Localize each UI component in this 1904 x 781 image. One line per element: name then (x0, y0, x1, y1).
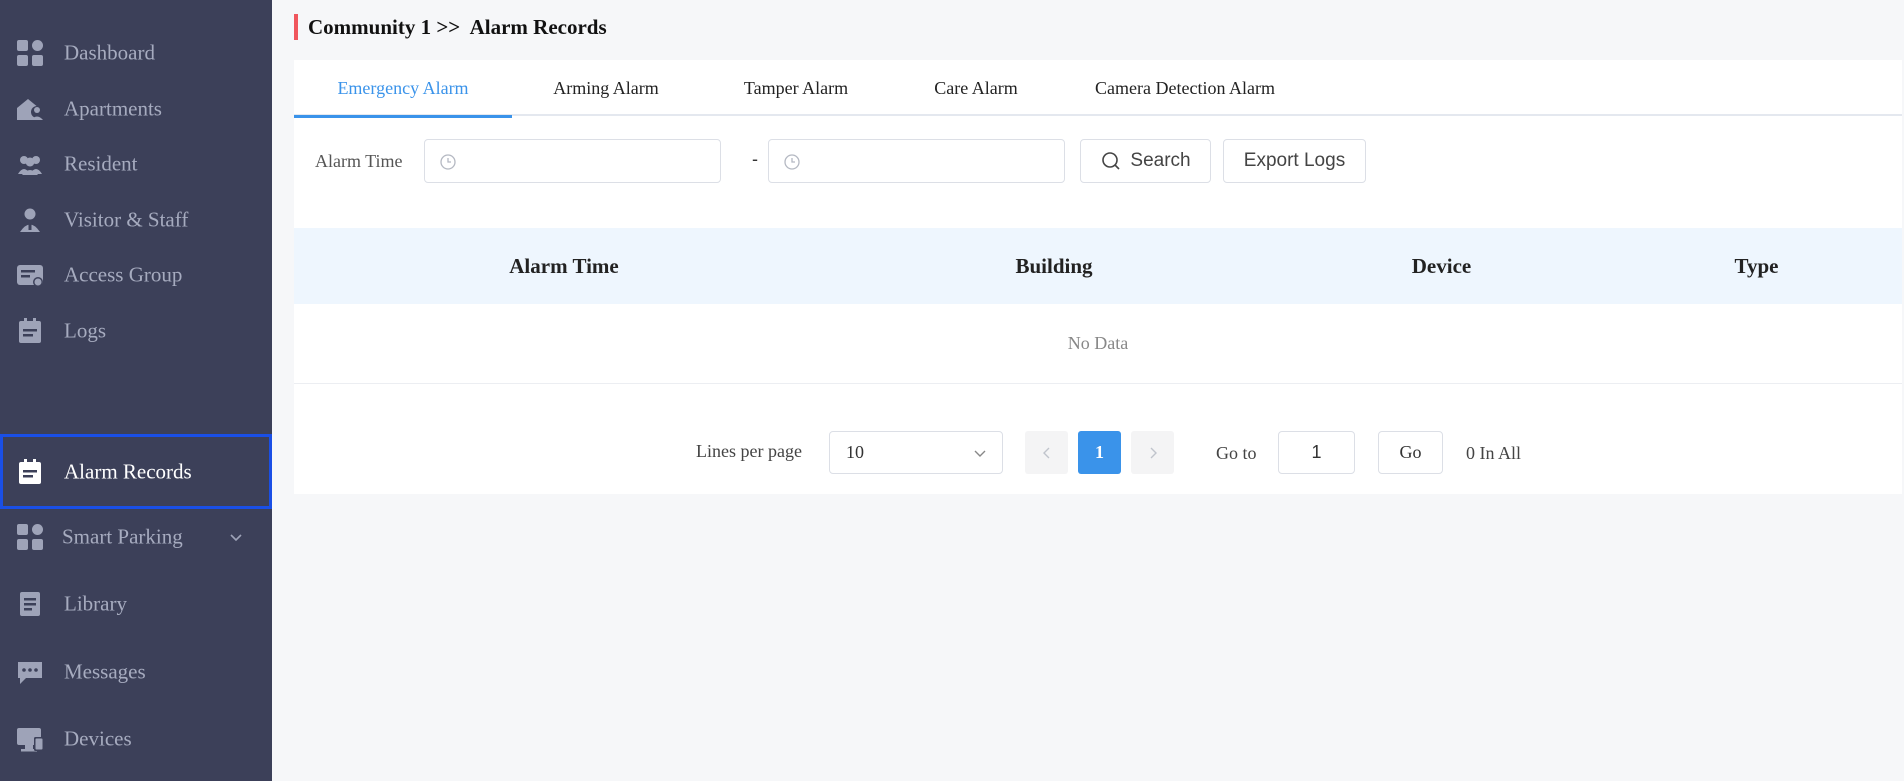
export-logs-button[interactable]: Export Logs (1223, 139, 1366, 183)
sidebar-item-label: Library (64, 591, 127, 616)
dashboard-icon (15, 38, 45, 68)
clock-icon (783, 153, 801, 171)
date-range-separator: - (752, 149, 758, 169)
column-header-building: Building (1015, 253, 1093, 278)
next-page-button[interactable] (1131, 431, 1174, 474)
alarm-tabs: Emergency Alarm Arming Alarm Tamper Alar… (294, 60, 1902, 118)
sidebar-item-label: Alarm Records (64, 459, 192, 483)
start-time-field[interactable] (424, 139, 721, 183)
tab-emergency-alarm[interactable]: Emergency Alarm (294, 60, 512, 118)
breadcrumb: Community 1 >> Alarm Records (294, 14, 607, 40)
column-header-device: Device (1411, 253, 1472, 278)
messages-icon (15, 657, 45, 687)
visitor-staff-icon (15, 205, 45, 235)
apartments-icon (15, 94, 45, 124)
resident-icon (15, 149, 45, 179)
end-time-input[interactable] (811, 146, 1051, 176)
sidebar-item-label: Apartments (64, 96, 162, 121)
lines-per-page-select[interactable]: 10 (829, 431, 1003, 474)
go-to-page-input[interactable] (1278, 431, 1355, 474)
table-empty-state: No Data (294, 304, 1902, 384)
sidebar-item-label: Messages (64, 659, 146, 684)
chevron-down-icon (228, 529, 244, 545)
library-icon (15, 589, 45, 619)
total-count: 0 In All (1466, 442, 1522, 463)
end-time-field[interactable] (768, 139, 1065, 183)
chevron-down-icon (972, 445, 988, 461)
sidebar-item-messages[interactable]: Messages (0, 638, 272, 706)
sidebar-item-alarm-records[interactable]: Alarm Records (0, 434, 272, 509)
sidebar-item-label: Logs (64, 318, 106, 343)
access-group-icon (15, 260, 45, 290)
sidebar-item-label: Dashboard (64, 40, 155, 65)
sidebar-item-library[interactable]: Library (0, 570, 272, 638)
search-button-label: Search (1130, 150, 1191, 171)
sidebar-item-devices[interactable]: Devices (0, 705, 272, 773)
alarm-records-icon (15, 457, 45, 487)
chevron-left-icon (1042, 447, 1049, 458)
sidebar-item-label: Access Group (64, 262, 183, 287)
chevron-right-icon (1150, 447, 1157, 458)
lines-per-page-value: 10 (846, 442, 864, 462)
start-time-input[interactable] (467, 146, 707, 176)
smart-parking-icon (15, 522, 45, 552)
go-to-label: Go to (1216, 442, 1257, 463)
lines-per-page-label: Lines per page (696, 440, 802, 461)
tab-tamper-alarm[interactable]: Tamper Alarm (700, 60, 892, 116)
column-header-alarm-time: Alarm Time (509, 253, 619, 278)
sidebar-item-logs[interactable]: Logs (0, 297, 272, 365)
tab-care-alarm[interactable]: Care Alarm (892, 60, 1060, 116)
search-button[interactable]: Search (1080, 139, 1211, 183)
devices-icon (15, 724, 45, 754)
sidebar-item-label: Resident (64, 151, 138, 176)
sidebar-item-label: Visitor & Staff (64, 207, 189, 232)
sidebar-item-smart-parking[interactable]: Smart Parking (0, 503, 272, 571)
sidebar: Dashboard Apartments Resident Visitor & … (0, 0, 272, 781)
sidebar-item-label: Devices (64, 726, 132, 751)
main-content: Community 1 >> Alarm Records Emergency A… (272, 0, 1904, 781)
page-button-current[interactable]: 1 (1078, 431, 1121, 474)
tab-camera-detection-alarm[interactable]: Camera Detection Alarm (1060, 60, 1310, 116)
search-icon (1102, 152, 1120, 170)
alarm-time-label: Alarm Time (315, 150, 403, 171)
tab-arming-alarm[interactable]: Arming Alarm (512, 60, 700, 116)
alarm-records-panel: Emergency Alarm Arming Alarm Tamper Alar… (294, 60, 1902, 494)
column-header-type: Type (1734, 253, 1779, 278)
prev-page-button[interactable] (1025, 431, 1068, 474)
clock-icon (439, 153, 457, 171)
logs-icon (15, 316, 45, 346)
sidebar-item-label: Smart Parking (62, 524, 183, 549)
go-button[interactable]: Go (1378, 431, 1443, 474)
table-header: Alarm Time Building Device Type (294, 228, 1902, 304)
